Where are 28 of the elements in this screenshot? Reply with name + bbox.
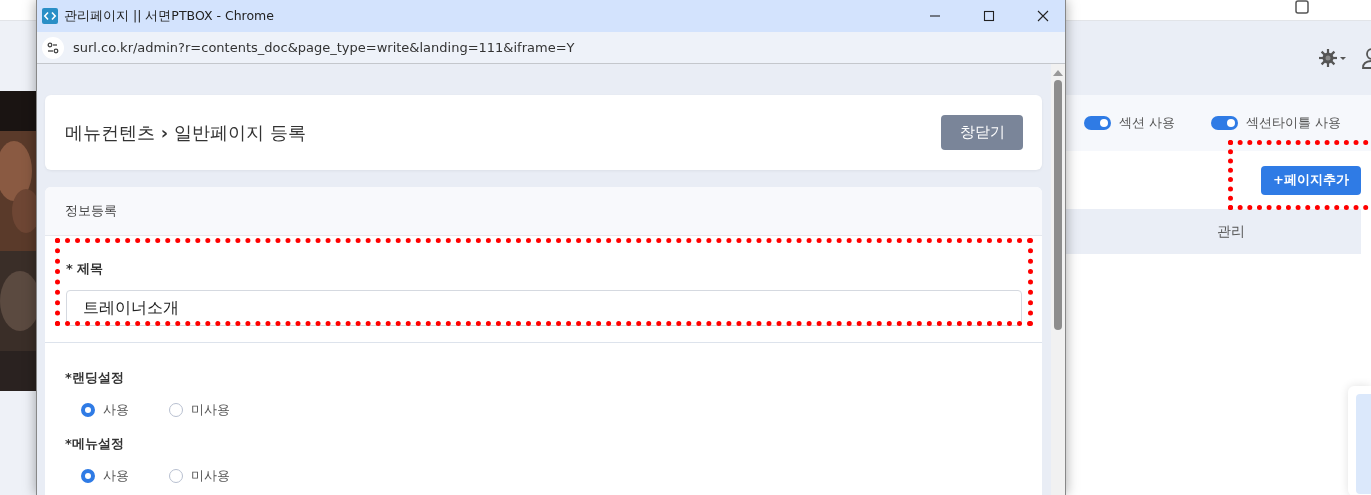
- radio-label: 사용: [103, 467, 129, 485]
- close-window-button[interactable]: 창닫기: [941, 115, 1023, 150]
- radio-label: 미사용: [191, 467, 230, 485]
- scroll-up-arrow-icon[interactable]: [1053, 70, 1063, 76]
- radio-group-label: *메뉴설정: [65, 435, 125, 453]
- tune-icon[interactable]: [42, 36, 64, 59]
- section-title: 정보등록: [65, 202, 117, 220]
- breadcrumb: 메뉴컨텐츠 › 일반페이지 등록: [65, 120, 306, 145]
- field-label: * 제목: [66, 260, 105, 278]
- radio-button[interactable]: [81, 403, 95, 417]
- radio-label: 미사용: [191, 401, 230, 419]
- scrollbar[interactable]: [1051, 64, 1065, 495]
- window-title: 관리페이지 || 서면PTBOX - Chrome: [64, 7, 274, 25]
- close-icon[interactable]: [1037, 10, 1049, 22]
- settings-icon[interactable]: [1319, 49, 1349, 67]
- toggle-label: 섹션타이틀 사용: [1245, 114, 1341, 132]
- radio-label: 사용: [103, 401, 129, 419]
- radio-group-label: *랜딩설정: [65, 369, 125, 387]
- maximize-icon[interactable]: [983, 10, 995, 22]
- code-icon: [42, 8, 58, 24]
- title-input[interactable]: 트레이너소개: [66, 290, 1022, 326]
- toggle-label: 섹션 사용: [1118, 114, 1175, 132]
- checkbox-icon[interactable]: [1295, 0, 1309, 14]
- radio-button[interactable]: [81, 469, 95, 483]
- add-page-button[interactable]: +페이지추가: [1261, 165, 1361, 195]
- table-header: 관리: [1216, 222, 1246, 241]
- toggle-switch[interactable]: [1210, 116, 1238, 130]
- toggle-switch[interactable]: [1083, 116, 1111, 130]
